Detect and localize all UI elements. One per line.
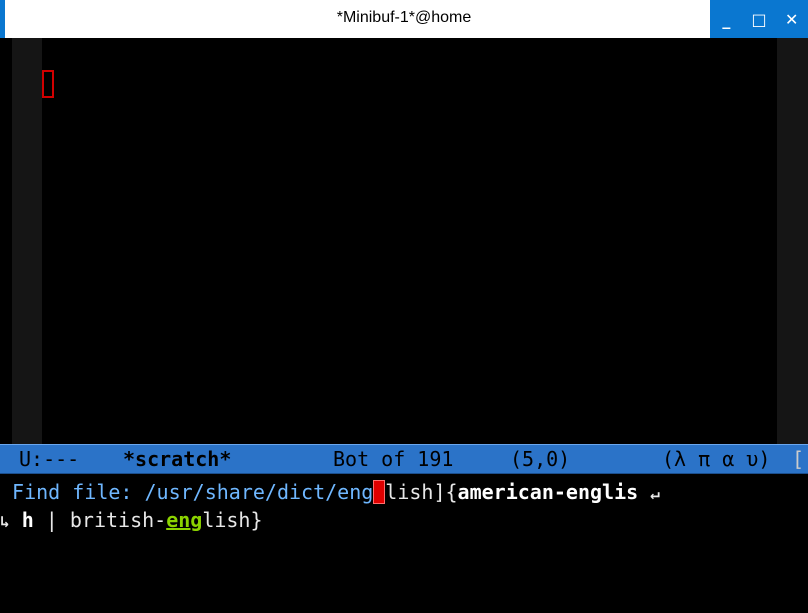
candidate-american-english-part1[interactable]: american-englis: [458, 480, 639, 504]
minibuffer-line-1: Find file: /usr/share/dict/eng lish]{amer…: [0, 478, 660, 506]
left-fringe: [12, 38, 42, 444]
modeline-position: Bot of 191: [333, 447, 454, 471]
candidate-american-english-part2[interactable]: h: [22, 508, 34, 532]
title-bar: *Minibuf-1*@home _ □ ✕: [0, 0, 808, 38]
editor-area[interactable]: [0, 38, 808, 444]
candidate-british-match[interactable]: eng: [166, 508, 202, 532]
minimize-button[interactable]: _: [710, 0, 743, 38]
candidate-british-prefix[interactable]: british-: [70, 508, 166, 532]
close-button[interactable]: ✕: [775, 0, 808, 38]
line-wrap-right-icon: ↵: [650, 484, 660, 503]
window-title: *Minibuf-1*@home: [336, 9, 472, 26]
modeline-line-column: (5,0): [510, 447, 571, 471]
modeline-minor-modes[interactable]: (λ π α υ): [662, 447, 770, 471]
modeline-state: U:---: [19, 447, 80, 471]
minibuffer-line-2: ↳ h | british-english}: [0, 506, 263, 534]
window-controls: _ □ ✕: [710, 0, 808, 38]
minibuffer[interactable]: Find file: /usr/share/dict/eng lish]{amer…: [0, 474, 808, 536]
candidate-separator: |: [33, 508, 70, 532]
minibuffer-cursor: [373, 479, 386, 504]
candidates-open-brace: {: [445, 480, 458, 504]
text-cursor: [42, 70, 54, 98]
minibuffer-prompt: Find file:: [12, 480, 145, 504]
candidate-british-suffix[interactable]: lish: [202, 508, 250, 532]
completion-rest: lish]: [385, 480, 446, 504]
line-wrap-left-icon: ↳: [0, 512, 10, 531]
modeline-buffer-name[interactable]: *scratch*: [123, 447, 231, 471]
mode-line[interactable]: U:--- *scratch* Bot of 191 (5,0) (λ π α …: [0, 444, 808, 474]
candidates-close-brace: }: [250, 508, 263, 532]
typed-path[interactable]: /usr/share/dict/eng: [145, 480, 374, 504]
maximize-button[interactable]: □: [743, 0, 776, 38]
right-fringe: [777, 38, 808, 444]
modeline-overflow: [: [792, 447, 805, 471]
